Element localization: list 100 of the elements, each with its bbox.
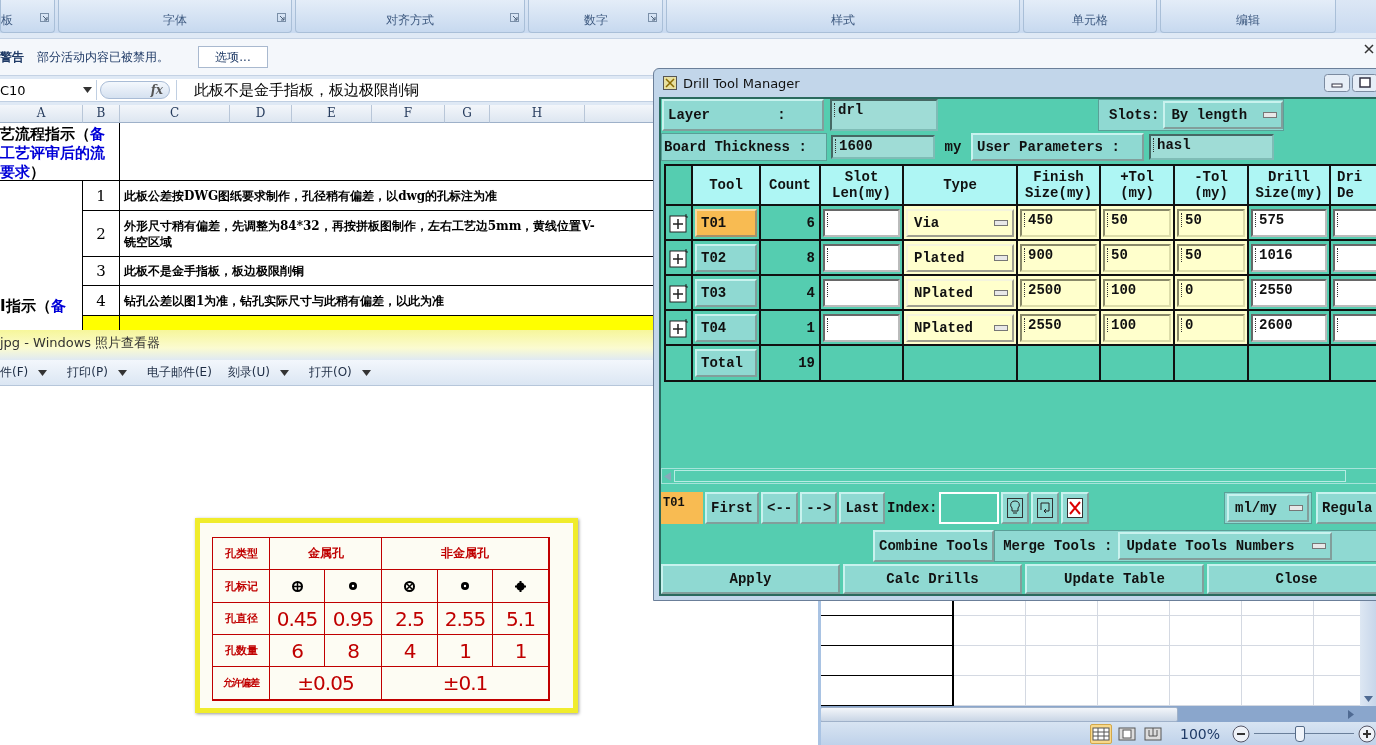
zoom-in-icon[interactable] <box>1358 724 1376 743</box>
table-cell: 19 <box>761 346 819 380</box>
action-button[interactable]: Close <box>1207 564 1376 594</box>
action-button[interactable]: Update Table <box>1025 564 1204 594</box>
drill-depth-field[interactable] <box>1333 313 1376 342</box>
bulb-button[interactable] <box>1001 492 1030 524</box>
drill-size-field[interactable]: 575 <box>1251 208 1327 237</box>
plus-tolerance-field[interactable]: 100 <box>1103 313 1171 342</box>
merge-dropdown[interactable]: Update Tools Numbers <box>1118 532 1333 560</box>
drill-depth-field[interactable] <box>1333 208 1376 237</box>
zoom-out-icon[interactable] <box>1232 724 1250 743</box>
table-cell: 8 <box>325 635 382 667</box>
caret-icon[interactable] <box>83 87 92 93</box>
slot-length-field[interactable] <box>823 313 900 342</box>
minus-tolerance-field[interactable]: 0 <box>1177 278 1245 307</box>
menu-item[interactable]: 打开(O) <box>303 361 385 384</box>
plus-tolerance-field[interactable]: 50 <box>1103 208 1171 237</box>
plus-tolerance-field[interactable]: 100 <box>1103 278 1171 307</box>
table-cell: 金属孔 <box>270 538 382 570</box>
navigation-button[interactable]: First <box>705 492 759 524</box>
normal-view-button[interactable] <box>1089 723 1112 744</box>
user-parameters-button[interactable]: User Parameters : <box>971 133 1144 161</box>
dialog-launcher-icon[interactable] <box>277 13 286 22</box>
tool-button[interactable]: T02 <box>695 243 757 272</box>
navigation-button[interactable]: --> <box>800 492 838 524</box>
action-button[interactable]: Calc Drills <box>843 564 1022 594</box>
dialog-launcher-icon[interactable] <box>40 13 49 22</box>
type-dropdown[interactable]: Via <box>906 208 1014 237</box>
tool-button[interactable]: T03 <box>695 278 757 307</box>
drill-size-field[interactable]: 2550 <box>1251 278 1327 307</box>
column-header[interactable]: H <box>490 105 585 123</box>
layer-button[interactable]: Layer : <box>662 99 824 131</box>
user-parameters-field[interactable]: hasl <box>1149 134 1274 160</box>
drill-size-field[interactable]: 1016 <box>1251 243 1327 272</box>
close-icon[interactable] <box>1364 44 1374 54</box>
options-button[interactable]: 选项... <box>198 46 268 68</box>
expand-icon[interactable] <box>668 317 689 338</box>
minus-tolerance-field[interactable]: 50 <box>1177 243 1245 272</box>
drill-depth-field[interactable] <box>1333 278 1376 307</box>
horizontal-scrollbar[interactable] <box>820 706 1376 722</box>
index-field[interactable] <box>939 492 1000 524</box>
name-box[interactable]: C10 <box>0 80 97 100</box>
column-header[interactable]: A <box>0 105 83 123</box>
hole-symbol-icon <box>460 581 470 591</box>
column-header[interactable]: E <box>292 105 372 123</box>
finish-size-field[interactable]: 450 <box>1020 208 1097 237</box>
minimize-icon[interactable] <box>1324 74 1350 92</box>
type-dropdown[interactable]: NPlated <box>906 313 1014 342</box>
column-header[interactable]: B <box>83 105 120 123</box>
thickness-field[interactable]: 1600 <box>831 135 935 159</box>
minus-tolerance-field[interactable]: 0 <box>1177 313 1245 342</box>
group-label: 字体 <box>163 12 187 29</box>
finish-size-field[interactable]: 2550 <box>1020 313 1097 342</box>
table-cell: 孔类型 <box>213 538 270 570</box>
dialog-launcher-icon[interactable] <box>648 13 657 22</box>
column-header[interactable]: C <box>120 105 230 123</box>
minus-tolerance-field[interactable]: 50 <box>1177 208 1245 237</box>
finish-size-field[interactable]: 900 <box>1020 243 1097 272</box>
column-header[interactable]: F <box>372 105 445 123</box>
drill-depth-field[interactable] <box>1333 243 1376 272</box>
type-dropdown[interactable]: Plated <box>906 243 1014 272</box>
tool-button[interactable]: T01 <box>695 208 757 237</box>
dialog-launcher-icon[interactable] <box>510 13 519 22</box>
slider-thumb[interactable] <box>1295 725 1305 742</box>
expand-icon[interactable] <box>668 282 689 303</box>
menu-item[interactable]: 刻录(U) <box>221 361 303 384</box>
scrollbar-thumb[interactable] <box>820 706 1178 722</box>
scroll-down-icon[interactable] <box>1363 696 1373 702</box>
page-icon <box>1117 726 1136 741</box>
slots-dropdown[interactable]: By length <box>1163 101 1283 129</box>
expand-icon[interactable] <box>668 212 689 233</box>
menu-item[interactable]: 电子邮件(E) <box>140 361 222 384</box>
hole-symbol-icon <box>515 580 526 592</box>
action-button[interactable]: Apply <box>661 564 840 594</box>
slot-length-field[interactable] <box>823 243 900 272</box>
type-dropdown[interactable]: NPlated <box>906 278 1014 307</box>
total-button[interactable]: Total <box>695 349 757 377</box>
menu-item[interactable]: 件(F) <box>0 361 62 384</box>
maximize-icon[interactable] <box>1352 74 1376 92</box>
layer-field[interactable]: drl <box>830 99 938 131</box>
units-dropdown[interactable]: ml/my <box>1227 494 1309 522</box>
delete-button[interactable] <box>1061 492 1090 524</box>
column-header[interactable]: G <box>445 105 490 123</box>
loop-button[interactable] <box>1031 492 1060 524</box>
combine-tools-button[interactable]: Combine Tools <box>873 530 995 562</box>
zoom-level[interactable]: 100% <box>1179 725 1220 742</box>
menu-item[interactable]: 打印(P) <box>61 361 141 384</box>
slot-length-field[interactable] <box>823 208 900 237</box>
tool-button[interactable]: T04 <box>695 313 757 342</box>
slot-length-field[interactable] <box>823 278 900 307</box>
navigation-button[interactable]: <-- <box>761 492 799 524</box>
insert-function-button[interactable]: fx <box>100 81 170 99</box>
drill-size-field[interactable]: 2600 <box>1251 313 1327 342</box>
warning-label: 警告 <box>0 48 24 66</box>
navigation-button[interactable]: Last <box>839 492 886 524</box>
expand-icon[interactable] <box>668 247 689 268</box>
plus-tolerance-field[interactable]: 50 <box>1103 243 1171 272</box>
finish-size-field[interactable]: 2500 <box>1020 278 1097 307</box>
column-header[interactable]: D <box>230 105 292 123</box>
regular-button[interactable]: Regula <box>1316 492 1376 524</box>
